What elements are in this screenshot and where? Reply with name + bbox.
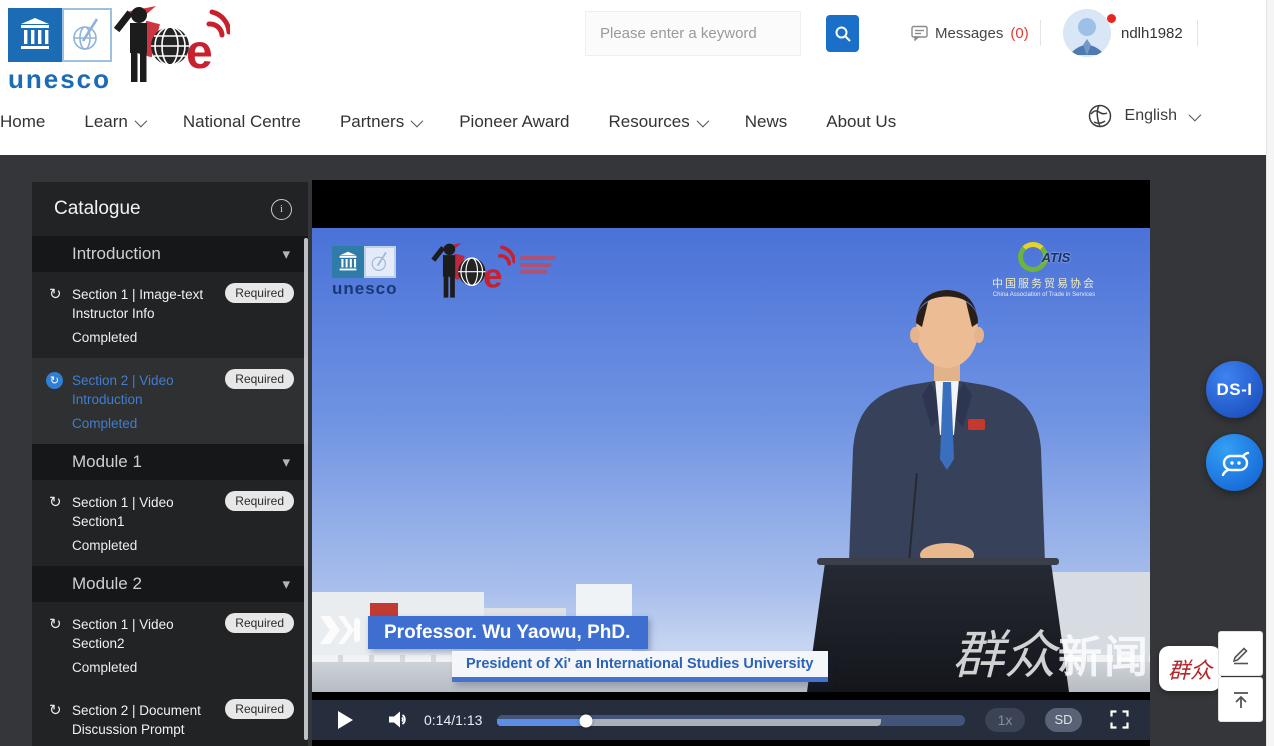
nav-item-resources[interactable]: Resources [608, 112, 705, 132]
video-frame: unesco e [312, 228, 1150, 692]
item-status: Completed [72, 330, 294, 345]
unesco-globe-icon [62, 8, 112, 62]
group-header-introduction[interactable]: Introduction ▾ [32, 236, 308, 272]
speaker-name-banner: Professor. Wu Yaowu, PhD. [368, 616, 648, 649]
qunzhong-badge: 群众 [1168, 653, 1212, 685]
refresh-icon: ↻ [49, 285, 62, 303]
chatbot-icon [1219, 448, 1251, 478]
group-header-module-1[interactable]: Module 1 ▾ [32, 444, 308, 480]
messages-label: Messages [935, 25, 1003, 42]
progress-bar[interactable] [497, 715, 965, 726]
required-badge: Required [225, 283, 294, 303]
notification-dot [1107, 14, 1116, 23]
unesco-globe-icon [364, 246, 396, 278]
catalogue-item[interactable]: ↻ Section 1 | VideoSection1 Required Com… [32, 480, 308, 566]
player-controls: 0:14/1:13 1x SD [312, 700, 1150, 740]
play-button[interactable] [338, 711, 353, 729]
qunzhong-widget[interactable]: 群众 [1159, 646, 1221, 691]
caret-down-icon: ▾ [282, 245, 290, 263]
chatbot-button[interactable] [1206, 434, 1263, 491]
arrow-to-top-icon [1230, 689, 1252, 711]
page-scrollbar[interactable] [1266, 0, 1274, 746]
language-label: English [1125, 107, 1177, 125]
required-badge: Required [225, 369, 294, 389]
catalogue-sidebar: Catalogue i Introduction ▾ ↻ Section 1 |… [32, 182, 308, 746]
iioe-logo[interactable]: e [112, 2, 230, 95]
nav-item-partners[interactable]: Partners [340, 112, 420, 132]
svg-text:e: e [483, 258, 502, 296]
catalogue-item-active[interactable]: ↻ Section 2 | VideoIntroduction Required… [32, 358, 308, 444]
unesco-temple-icon [8, 8, 62, 62]
header-divider [1040, 20, 1041, 46]
nav-item-learn[interactable]: Learn [84, 112, 143, 132]
sidebar-scrollbar[interactable] [304, 238, 308, 740]
speaker-title-banner: President of Xi' an International Studie… [452, 651, 828, 682]
volume-button[interactable] [388, 710, 410, 734]
message-icon [911, 25, 928, 41]
video-unesco-logo: unesco [332, 246, 398, 299]
fullscreen-button[interactable] [1110, 710, 1129, 734]
unesco-logo[interactable]: unesco [8, 8, 114, 95]
search-input[interactable] [585, 11, 801, 56]
chevron-down-icon [696, 114, 709, 127]
nav-item-about-us[interactable]: About Us [826, 112, 896, 132]
messages-button[interactable]: Messages (0) [911, 20, 1029, 46]
progress-played [497, 719, 586, 726]
header-divider [1197, 20, 1198, 46]
video-iioe-logo: e [430, 240, 515, 307]
catalogue-title: Catalogue [54, 198, 141, 220]
quality-button[interactable]: SD [1045, 708, 1082, 732]
xisu-logo [318, 610, 364, 655]
required-badge: Required [225, 699, 294, 719]
required-badge: Required [225, 491, 294, 511]
refresh-icon: ↻ [46, 372, 63, 389]
video-player[interactable]: unesco e [312, 180, 1150, 746]
refresh-icon: ↻ [49, 493, 62, 511]
item-status: Completed [72, 416, 294, 431]
caret-down-icon: ▾ [282, 575, 290, 593]
main-nav: Home Learn National Centre Partners Pion… [0, 90, 1274, 154]
nav-item-national-centre[interactable]: National Centre [183, 112, 301, 132]
refresh-icon: ↻ [49, 701, 62, 719]
catalogue-item[interactable]: ↻ Section 1 | VideoSection2 Required Com… [32, 602, 308, 688]
username[interactable]: ndlh1982 [1121, 25, 1183, 42]
back-to-top-button[interactable] [1218, 677, 1263, 722]
playback-speed-button[interactable]: 1x [985, 708, 1025, 732]
unesco-temple-icon [332, 246, 364, 278]
group-header-module-2[interactable]: Module 2 ▾ [32, 566, 308, 602]
chevron-down-icon [134, 114, 147, 127]
progress-thumb[interactable] [579, 714, 592, 727]
nav-item-home[interactable]: Home [0, 112, 45, 132]
required-badge: Required [225, 613, 294, 633]
chevron-down-icon [411, 114, 424, 127]
time-display: 0:14/1:13 [424, 700, 482, 740]
fullscreen-icon [1110, 710, 1129, 729]
avatar[interactable] [1063, 9, 1111, 57]
refresh-icon: ↻ [49, 615, 62, 633]
volume-icon [388, 710, 410, 729]
pencil-icon [1230, 643, 1252, 665]
nav-item-pioneer-award[interactable]: Pioneer Award [459, 112, 569, 132]
podium-top [817, 558, 1059, 565]
dsi-button[interactable]: DS-I [1206, 361, 1263, 418]
info-icon[interactable]: i [271, 199, 292, 220]
messages-count: (0) [1010, 25, 1028, 42]
svg-text:e: e [186, 26, 213, 79]
item-status: Completed [72, 660, 294, 675]
search-icon [834, 25, 852, 43]
catalogue-item[interactable]: ↻ Section 2 | DocumentDiscussion Prompt … [32, 688, 308, 746]
item-status: Completed [72, 538, 294, 553]
catalogue-item[interactable]: ↻ Section 1 | Image-textInstructor Info … [32, 272, 308, 358]
podium [807, 560, 1069, 692]
nav-item-news[interactable]: News [745, 112, 788, 132]
globe-icon [1087, 103, 1113, 129]
speaker-figure [832, 283, 1062, 573]
caret-down-icon: ▾ [282, 453, 290, 471]
language-selector[interactable]: English [1087, 90, 1198, 142]
video-iioe-text-lines [520, 256, 556, 274]
search-button[interactable] [826, 15, 859, 52]
edit-button[interactable] [1218, 631, 1263, 676]
unesco-wordmark: unesco [332, 279, 398, 299]
